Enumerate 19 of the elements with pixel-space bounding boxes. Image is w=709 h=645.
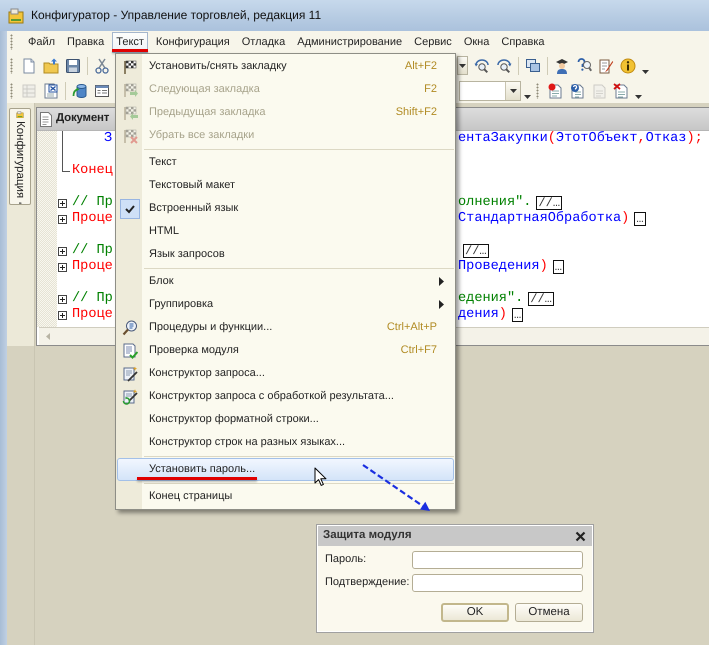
- code-text: // Пр: [72, 291, 113, 306]
- code-text: Проце: [72, 259, 113, 274]
- code-text: олнения".: [458, 195, 532, 211]
- code-text: // Пр: [72, 195, 113, 210]
- window-title: Конфигуратор - Управление торговлей, редакция 11: [31, 8, 322, 23]
- code-text: Проце: [72, 211, 113, 226]
- code-text: // Пр: [72, 243, 113, 258]
- code-text: Проце: [72, 307, 113, 322]
- code-text: дения): [458, 307, 507, 323]
- code-text: ентаЗакупки(ЭтотОбъект,Отказ);: [458, 131, 703, 147]
- code-text: СтандартнаяОбработка): [458, 211, 630, 227]
- dialog-title: Защита модуля: [323, 529, 412, 543]
- code-text: едения".: [458, 291, 524, 307]
- field-label: Пароль:: [325, 553, 366, 567]
- field-label: Подтверждение:: [325, 576, 410, 590]
- code-text: Проведения): [458, 259, 548, 275]
- code-text: Конец: [72, 163, 113, 178]
- code-window-title: Документ: [56, 112, 110, 126]
- code-text: З: [104, 131, 112, 146]
